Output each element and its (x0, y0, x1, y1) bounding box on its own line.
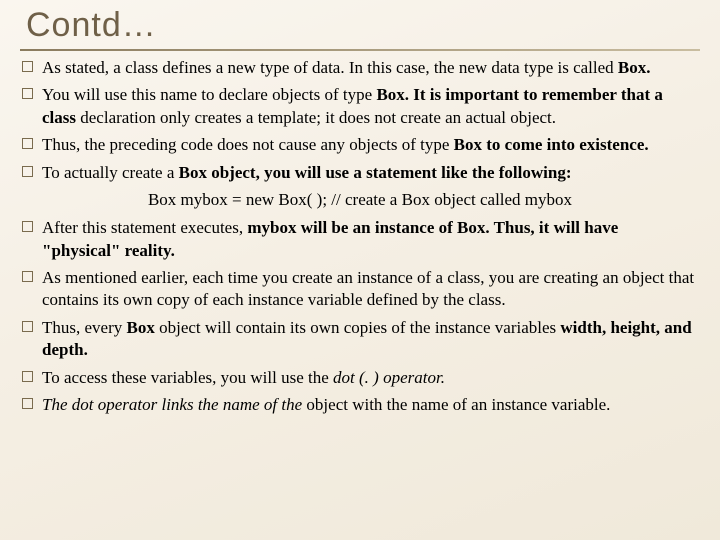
list-item: As stated, a class defines a new type of… (20, 57, 700, 79)
list-item: As mentioned earlier, each time you crea… (20, 267, 700, 312)
list-item: The dot operator links the name of the o… (20, 394, 700, 416)
page-title: Contd… (26, 6, 700, 45)
list-item: Thus, every Box object will contain its … (20, 317, 700, 362)
bullet-list-continued: After this statement executes, mybox wil… (20, 217, 700, 417)
bullet-list: As stated, a class defines a new type of… (20, 57, 700, 184)
list-item: To actually create a Box object, you wil… (20, 162, 700, 184)
slide: Contd… As stated, a class defines a new … (0, 0, 720, 540)
title-underline (20, 49, 700, 51)
code-line: Box mybox = new Box( ); // create a Box … (20, 189, 700, 212)
list-item: Thus, the preceding code does not cause … (20, 134, 700, 156)
list-item: To access these variables, you will use … (20, 367, 700, 389)
list-item: You will use this name to declare object… (20, 84, 700, 129)
list-item: After this statement executes, mybox wil… (20, 217, 700, 262)
